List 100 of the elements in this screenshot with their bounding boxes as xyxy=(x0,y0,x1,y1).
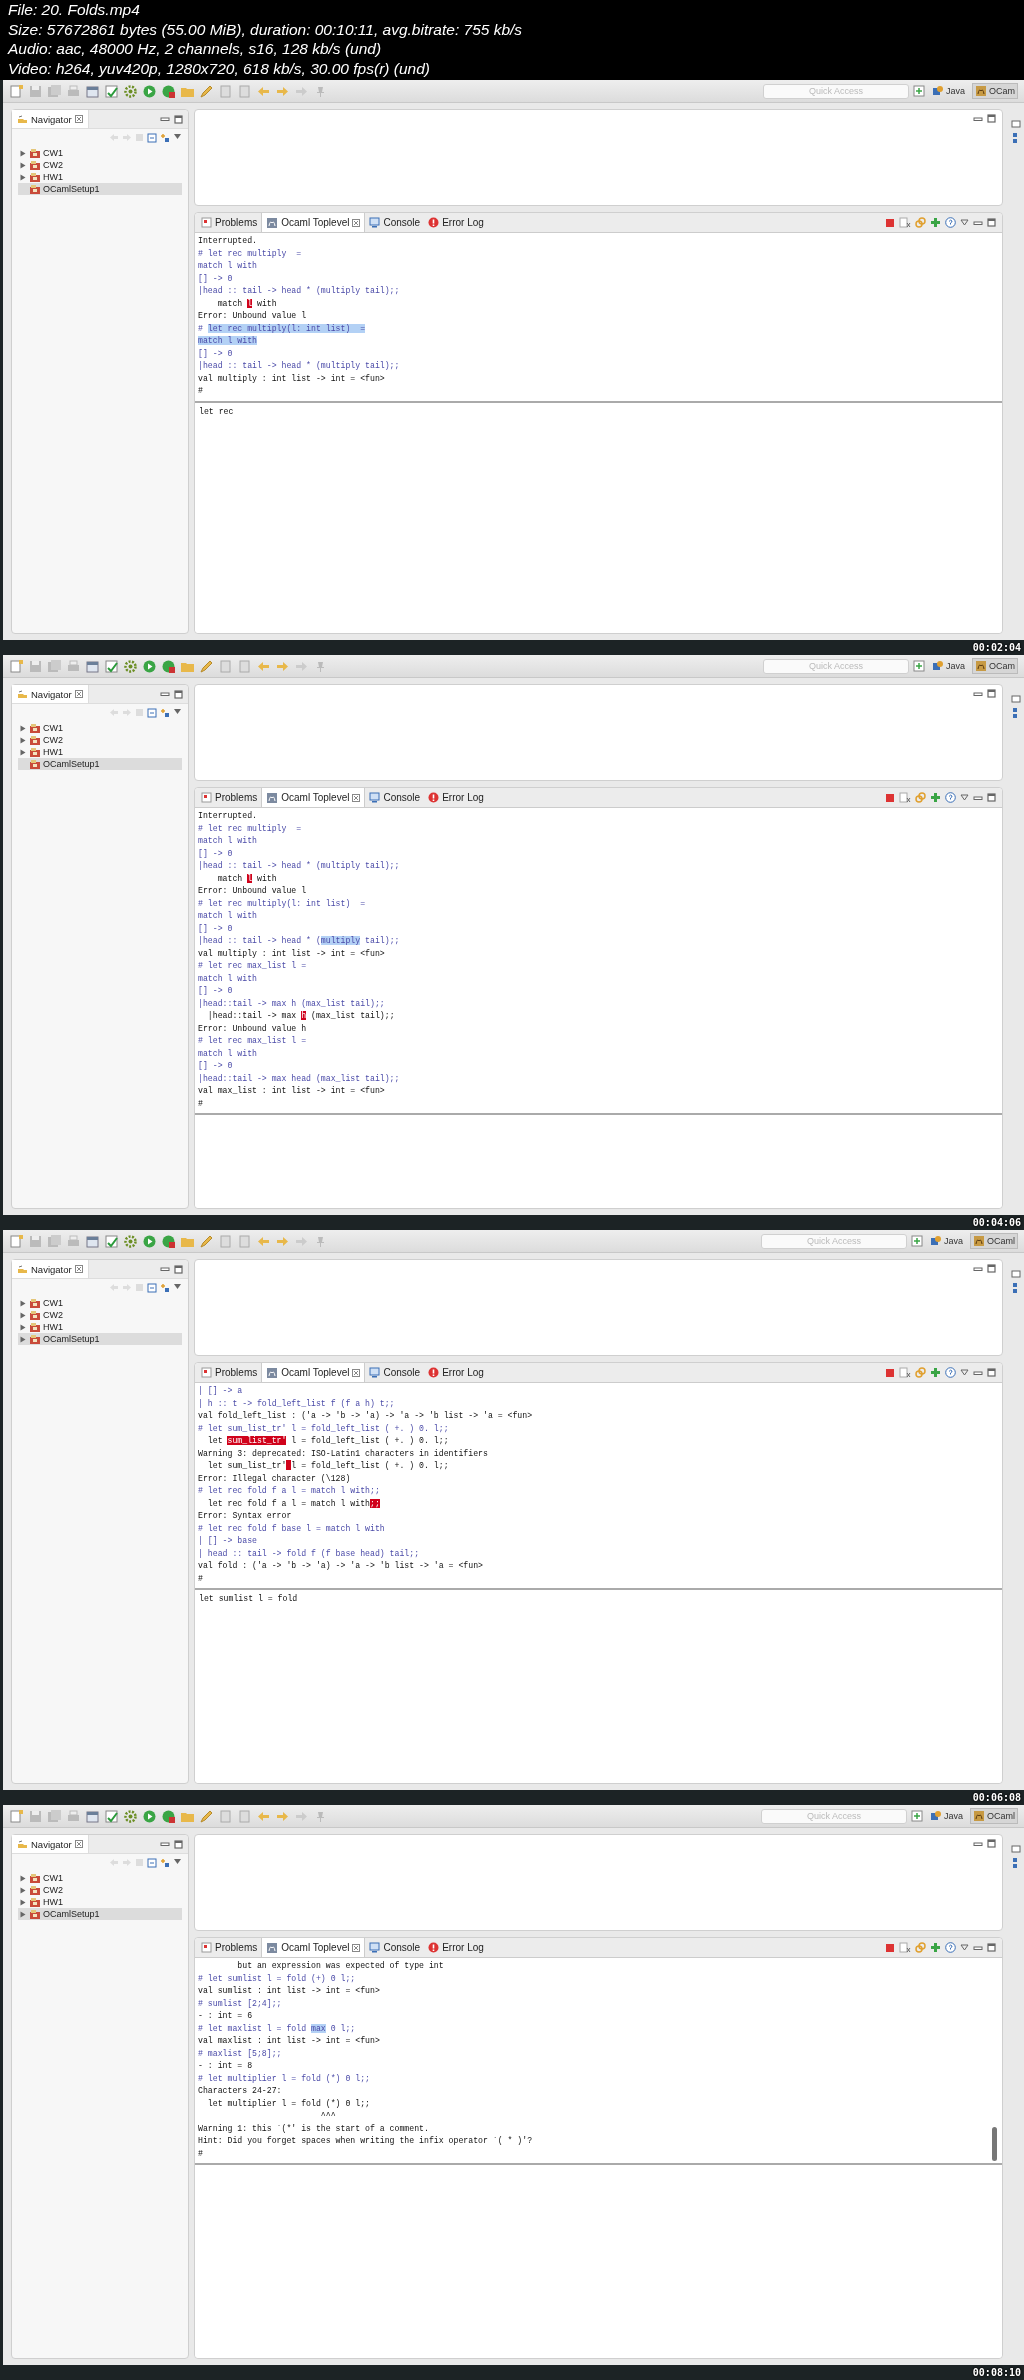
perspective-button[interactable]: OCaml xyxy=(970,1808,1018,1824)
page-icon[interactable] xyxy=(218,83,233,99)
run-icon[interactable] xyxy=(142,1233,157,1249)
page-icon[interactable] xyxy=(237,658,252,674)
print-icon[interactable] xyxy=(66,1233,81,1249)
gear-icon[interactable] xyxy=(123,1808,138,1824)
spell-check-icon[interactable] xyxy=(104,658,119,674)
run-icon[interactable] xyxy=(142,83,157,99)
pencil-icon[interactable] xyxy=(199,83,214,99)
external-tools-icon[interactable] xyxy=(161,83,176,99)
view-tab[interactable]: Problems xyxy=(197,1938,262,1957)
view-tab[interactable]: Error Log xyxy=(424,1938,488,1957)
save-icon[interactable] xyxy=(28,658,43,674)
tree-item[interactable]: CW2 xyxy=(18,1884,182,1896)
view-tab[interactable]: Console xyxy=(365,1938,425,1957)
perspective-button[interactable]: OCam xyxy=(972,83,1018,99)
camel-icon xyxy=(973,1810,985,1822)
pencil-icon[interactable] xyxy=(199,658,214,674)
navigator-tab[interactable]: Navigator xyxy=(12,685,89,703)
perspective-button[interactable]: Java xyxy=(928,658,968,674)
tree-item[interactable]: OCamlSetup1 xyxy=(18,1908,182,1920)
tree-item[interactable]: OCamlSetup1 xyxy=(18,758,182,770)
save-all-icon[interactable] xyxy=(47,1233,62,1249)
maximize-icon xyxy=(174,1264,183,1274)
terminate-icon xyxy=(885,1942,895,1953)
gear-icon[interactable] xyxy=(123,83,138,99)
spell-check-icon[interactable] xyxy=(104,83,119,99)
print-icon[interactable] xyxy=(66,83,81,99)
perspective-button[interactable]: Java xyxy=(926,1808,966,1824)
new-file-icon[interactable] xyxy=(9,658,24,674)
page-icon[interactable] xyxy=(218,1808,233,1824)
pencil-icon[interactable] xyxy=(199,1233,214,1249)
run-icon[interactable] xyxy=(142,658,157,674)
external-tools-icon[interactable] xyxy=(161,1808,176,1824)
scrollbar-thumb[interactable] xyxy=(992,2127,997,2161)
save-icon[interactable] xyxy=(28,83,43,99)
terminate-icon xyxy=(885,792,895,803)
view-tab[interactable]: Error Log xyxy=(424,788,488,807)
page-icon[interactable] xyxy=(237,1808,252,1824)
navigator-tab[interactable]: Navigator xyxy=(12,1835,89,1853)
tree-item[interactable]: CW2 xyxy=(18,734,182,746)
terminal-icon[interactable] xyxy=(85,658,100,674)
tree-item[interactable]: CW1 xyxy=(18,1872,182,1884)
save-all-icon[interactable] xyxy=(47,658,62,674)
tree-item[interactable]: OCamlSetup1 xyxy=(18,183,182,195)
gear-icon[interactable] xyxy=(123,658,138,674)
print-icon[interactable] xyxy=(66,1808,81,1824)
run-icon[interactable] xyxy=(142,1808,157,1824)
page-icon[interactable] xyxy=(218,658,233,674)
view-tab[interactable]: Problems xyxy=(197,788,262,807)
external-tools-icon[interactable] xyxy=(161,1233,176,1249)
view-tab[interactable]: Ocaml Toplevel xyxy=(261,213,366,232)
perspective-button[interactable]: OCaml xyxy=(970,1233,1018,1249)
page-icon[interactable] xyxy=(237,83,252,99)
tree-item[interactable]: CW2 xyxy=(18,1309,182,1321)
tree-item[interactable]: HW1 xyxy=(18,1321,182,1333)
view-tab[interactable]: Console xyxy=(365,213,425,232)
tree-item[interactable]: CW2 xyxy=(18,159,182,171)
tree-item[interactable]: CW1 xyxy=(18,147,182,159)
project-icon xyxy=(29,1321,41,1333)
page-icon[interactable] xyxy=(218,1233,233,1249)
save-all-icon[interactable] xyxy=(47,83,62,99)
save-icon[interactable] xyxy=(28,1808,43,1824)
perspective-button[interactable]: OCam xyxy=(972,658,1018,674)
tree-item[interactable]: OCamlSetup1 xyxy=(18,1333,182,1345)
perspective-button[interactable]: Java xyxy=(926,1233,966,1249)
perspective-button[interactable]: Java xyxy=(928,83,968,99)
view-tab[interactable]: Ocaml Toplevel xyxy=(261,1938,366,1957)
tree-item[interactable]: CW1 xyxy=(18,1297,182,1309)
view-tab[interactable]: Problems xyxy=(197,213,262,232)
page-icon[interactable] xyxy=(237,1233,252,1249)
new-file-icon[interactable] xyxy=(9,83,24,99)
tree-item[interactable]: HW1 xyxy=(18,746,182,758)
terminal-icon[interactable] xyxy=(85,1808,100,1824)
tree-item[interactable]: CW1 xyxy=(18,722,182,734)
new-file-icon[interactable] xyxy=(9,1233,24,1249)
save-icon[interactable] xyxy=(28,1233,43,1249)
view-tab[interactable]: Ocaml Toplevel xyxy=(261,788,366,807)
save-all-icon[interactable] xyxy=(47,1808,62,1824)
external-tools-icon[interactable] xyxy=(161,658,176,674)
navigator-tab[interactable]: Navigator xyxy=(12,1260,89,1278)
view-tab[interactable]: Error Log xyxy=(424,213,488,232)
pencil-icon[interactable] xyxy=(199,1808,214,1824)
error-log-icon xyxy=(428,792,440,803)
navigator-tab[interactable]: Navigator xyxy=(12,110,89,128)
tree-item[interactable]: HW1 xyxy=(18,1896,182,1908)
spell-check-icon[interactable] xyxy=(104,1233,119,1249)
view-tab[interactable]: Console xyxy=(365,788,425,807)
new-file-icon[interactable] xyxy=(9,1808,24,1824)
view-tab[interactable]: Console xyxy=(365,1363,425,1382)
view-tab[interactable]: Ocaml Toplevel xyxy=(261,1363,366,1382)
print-icon[interactable] xyxy=(66,658,81,674)
tree-item[interactable]: HW1 xyxy=(18,171,182,183)
gear-icon[interactable] xyxy=(123,1233,138,1249)
spell-check-icon[interactable] xyxy=(104,1808,119,1824)
console-line: val fold : ('a -> 'b -> 'a) -> 'a -> 'b list -> 'a = <fun> xyxy=(198,1560,484,1572)
view-tab[interactable]: Error Log xyxy=(424,1363,488,1382)
terminal-icon[interactable] xyxy=(85,83,100,99)
terminal-icon[interactable] xyxy=(85,1233,100,1249)
view-tab[interactable]: Problems xyxy=(197,1363,262,1382)
